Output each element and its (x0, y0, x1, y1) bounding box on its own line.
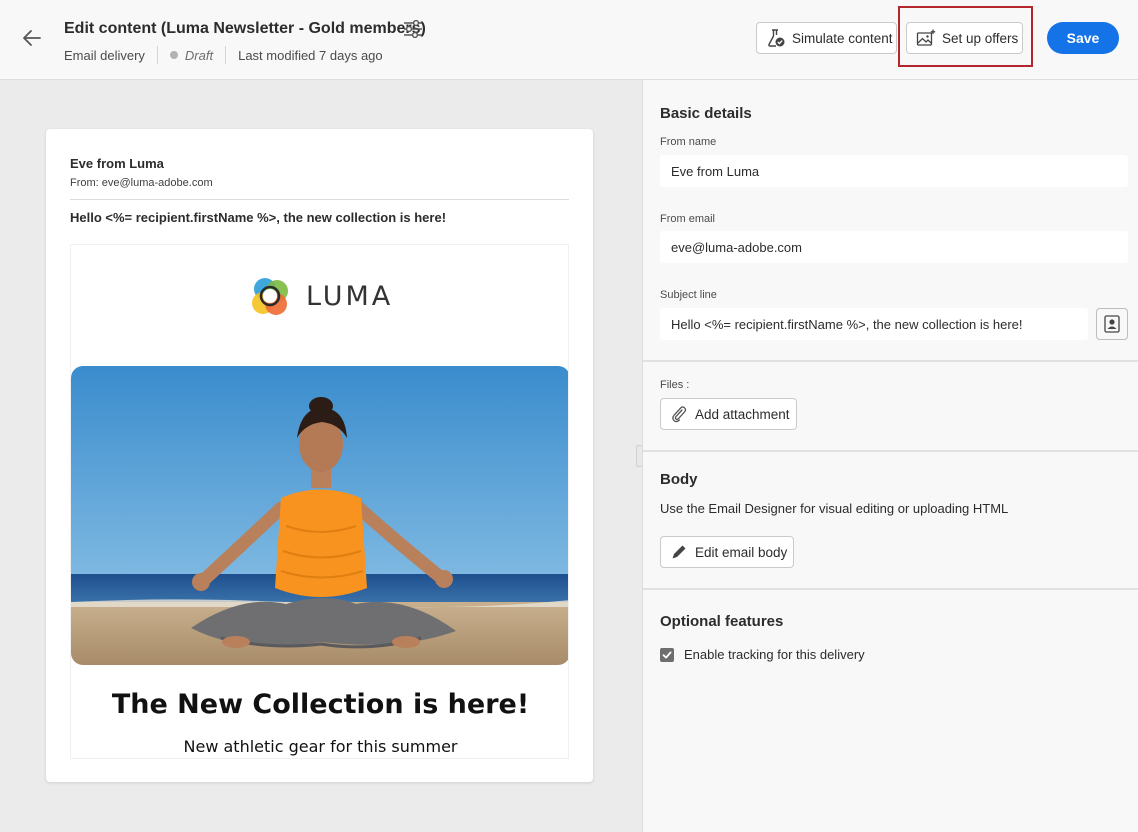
save-button[interactable]: Save (1047, 22, 1119, 54)
divider (225, 46, 227, 64)
back-arrow-icon[interactable] (18, 26, 46, 50)
luma-logo-text: LUMA (306, 280, 394, 312)
tracking-option[interactable]: Enable tracking for this delivery (660, 647, 865, 662)
optional-features-heading: Optional features (660, 613, 784, 630)
channel-label: Email delivery (64, 47, 145, 63)
edit-email-body-button[interactable]: Edit email body (660, 536, 794, 568)
divider (156, 46, 158, 64)
properties-panel: Basic details From name Eve from Luma Fr… (642, 80, 1138, 832)
callout-highlight-box (898, 6, 1033, 67)
preview-sender-email: From: eve@luma-adobe.com (70, 177, 213, 189)
email-preview-card: Eve from Luma From: eve@luma-adobe.com H… (46, 129, 593, 782)
page-title: Edit content (Luma Newsletter - Gold mem… (64, 20, 426, 37)
status-dot-icon (169, 51, 178, 59)
tracking-label: Enable tracking for this delivery (684, 647, 865, 662)
email-body-preview: LUMA The New Collection is here! New ath… (70, 244, 569, 759)
properties-sliders-icon[interactable] (403, 19, 423, 39)
personalization-icon (1104, 315, 1120, 333)
email-headline: The New Collection is here! (111, 689, 530, 720)
simulate-content-label: Simulate content (792, 30, 893, 46)
files-label: Files : (660, 379, 690, 391)
edit-email-body-label: Edit email body (695, 544, 788, 560)
email-subheadline: New athletic gear for this summer (183, 737, 458, 756)
preview-sender-name: Eve from Luma (70, 156, 164, 171)
add-attachment-label: Add attachment (695, 406, 790, 422)
from-name-field[interactable]: Eve from Luma (660, 155, 1128, 187)
body-description: Use the Email Designer for visual editin… (660, 501, 1009, 516)
from-email-label: From email (660, 213, 716, 225)
body-heading: Body (660, 471, 698, 488)
basic-details-heading: Basic details (660, 105, 752, 122)
tracking-checkbox[interactable] (660, 647, 674, 662)
personalize-button[interactable] (1096, 308, 1128, 340)
luma-logo-icon (252, 278, 288, 315)
checkmark-icon (662, 651, 672, 658)
divider (70, 199, 569, 200)
subject-line-label: Subject line (660, 289, 717, 301)
from-name-label: From name (660, 136, 717, 148)
content-meta: Email delivery Draft Last modified 7 day… (64, 46, 383, 64)
beaker-icon (768, 29, 785, 47)
divider (643, 450, 1138, 452)
luma-logo: LUMA (248, 274, 393, 318)
add-attachment-button[interactable]: Add attachment (660, 398, 797, 430)
divider (643, 360, 1138, 362)
top-bar: Edit content (Luma Newsletter - Gold mem… (0, 0, 1138, 80)
subject-line-field[interactable]: Hello <%= recipient.firstName %>, the ne… (660, 308, 1088, 340)
simulate-content-button[interactable]: Simulate content (756, 22, 897, 54)
paperclip-icon (672, 406, 687, 423)
from-email-field[interactable]: eve@luma-adobe.com (660, 231, 1128, 263)
last-modified: Last modified 7 days ago (238, 47, 383, 63)
pencil-icon (672, 545, 686, 559)
status-badge: Draft (184, 47, 214, 63)
preview-subject: Hello <%= recipient.firstName %>, the ne… (70, 210, 447, 225)
hero-image (71, 366, 568, 665)
divider (643, 588, 1138, 590)
